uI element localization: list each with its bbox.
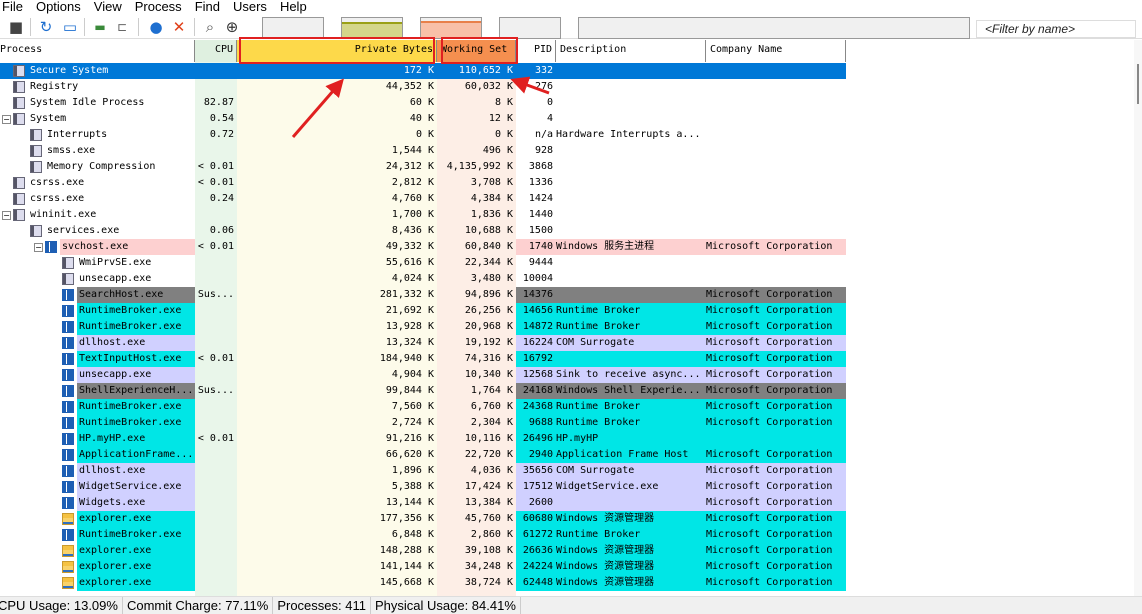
status-commit-charge: Commit Charge: 77.11% [123,597,274,614]
annotation-arrow-private-bytes [291,78,344,138]
annotation-arrows [291,76,550,138]
status-processes: Processes: 411 [273,597,371,614]
annotation-arrow-working-set [510,76,550,95]
status-bar: CPU Usage: 13.09% Commit Charge: 77.11% … [0,596,1142,614]
status-physical-usage: Physical Usage: 84.41% [371,597,521,614]
status-cpu-usage: CPU Usage: 13.09% [0,597,123,614]
